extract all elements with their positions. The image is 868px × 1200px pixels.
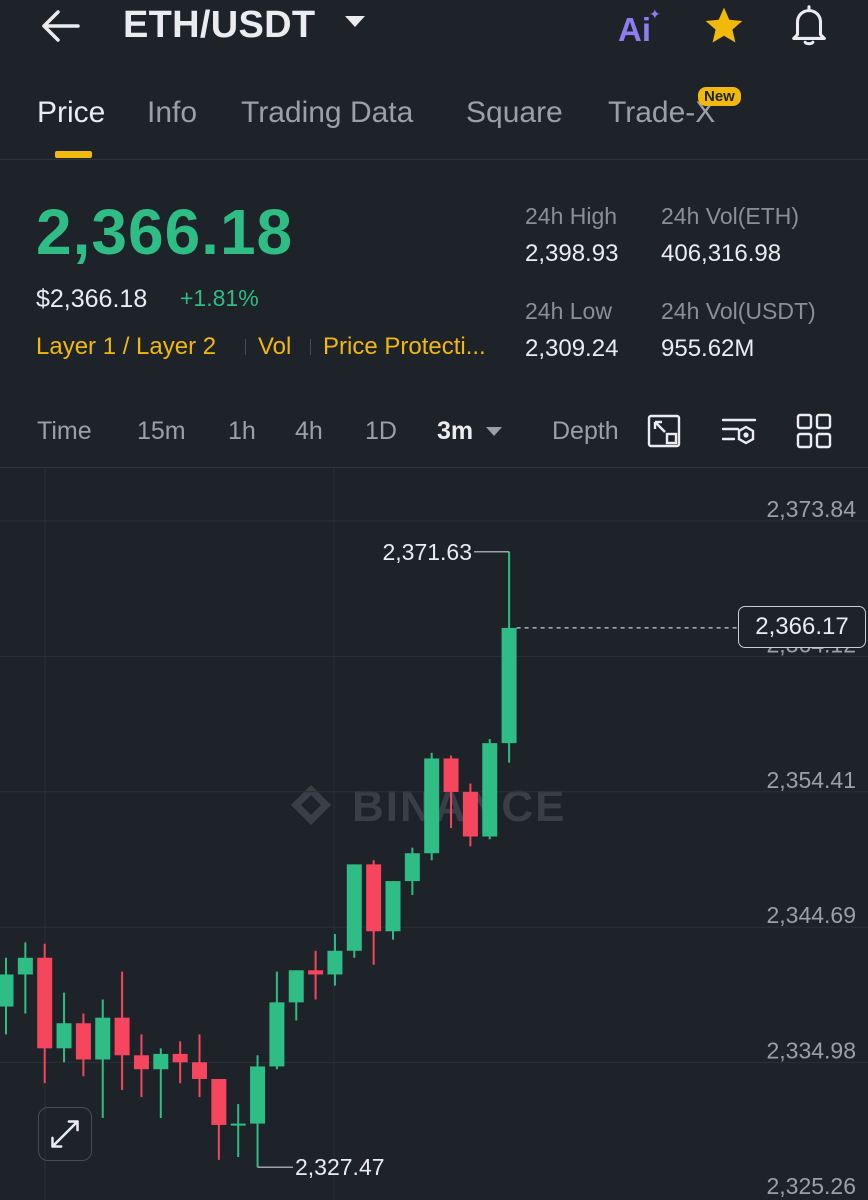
- tag-layer[interactable]: Layer 1 / Layer 2: [36, 333, 216, 361]
- candle-body: [75, 1023, 91, 1060]
- candle-body: [269, 1002, 285, 1067]
- candle-body: [95, 1017, 111, 1060]
- y-axis-tick-label: 2,354.41: [766, 767, 856, 793]
- max-price-label: 2,371.63: [382, 539, 472, 565]
- candle-body: [327, 950, 343, 975]
- interval-1h[interactable]: 1h: [228, 417, 256, 446]
- candle-body: [346, 864, 362, 951]
- sparkle-icon: ✦: [649, 6, 661, 22]
- candle-body: [133, 1055, 149, 1070]
- indicator-settings-icon[interactable]: [720, 412, 758, 450]
- back-arrow-icon[interactable]: [38, 8, 82, 44]
- chevron-down-icon[interactable]: [486, 427, 502, 436]
- candle-body: [17, 957, 33, 975]
- vol-usdt-value: 955.62M: [661, 335, 755, 362]
- new-badge: New: [698, 87, 741, 106]
- tag-vol[interactable]: Vol: [258, 333, 291, 361]
- last-price: 2,366.18: [36, 196, 294, 268]
- candle-body: [172, 1053, 188, 1063]
- tab-price[interactable]: Price: [37, 96, 105, 130]
- tab-info[interactable]: Info: [147, 96, 197, 130]
- candle-body: [462, 791, 478, 837]
- min-price-label: 2,327.47: [295, 1154, 385, 1180]
- candle-body: [230, 1123, 246, 1126]
- chart-settings-icon[interactable]: [645, 412, 683, 450]
- interval-depth[interactable]: Depth: [552, 417, 619, 446]
- y-axis-tick-label: 2,334.98: [766, 1038, 856, 1064]
- current-price-label: 2,366.17: [738, 606, 866, 648]
- pair-title[interactable]: ETH/USDT: [123, 4, 315, 47]
- high-value: 2,398.93: [525, 240, 619, 267]
- candle-body: [308, 970, 324, 975]
- divider: [310, 339, 311, 355]
- candle-body: [288, 970, 304, 1003]
- bell-icon[interactable]: [786, 2, 832, 48]
- interval-1d[interactable]: 1D: [365, 417, 397, 446]
- candle-body: [114, 1017, 130, 1056]
- candle-body: [153, 1053, 169, 1070]
- vol-eth-value: 406,316.98: [661, 240, 782, 267]
- ai-icon[interactable]: Ai: [618, 11, 651, 49]
- fullscreen-icon[interactable]: [38, 1107, 92, 1161]
- candle-body: [366, 864, 382, 932]
- tag-price-protection[interactable]: Price Protecti...: [323, 333, 486, 361]
- interval-3m[interactable]: 3m: [437, 417, 473, 446]
- y-axis-tick-label: 2,344.69: [766, 902, 856, 928]
- vol-usdt-label: 24h Vol(USDT): [661, 298, 816, 324]
- chevron-down-icon[interactable]: [345, 16, 365, 27]
- high-label: 24h High: [525, 203, 618, 229]
- candle-body: [443, 758, 459, 792]
- interval-time[interactable]: Time: [37, 417, 92, 446]
- candle-body: [501, 627, 517, 744]
- interval-15m[interactable]: 15m: [137, 417, 186, 446]
- candle-body: [211, 1078, 227, 1125]
- candle-body: [56, 1023, 72, 1049]
- tab-square[interactable]: Square: [466, 96, 563, 130]
- y-axis-tick-label: 2,325.26: [766, 1173, 856, 1199]
- candle-body: [250, 1066, 266, 1124]
- tab-trading-data[interactable]: Trading Data: [241, 96, 413, 130]
- candle-body: [482, 743, 498, 837]
- candle-body: [192, 1062, 207, 1079]
- candle-body: [424, 758, 440, 854]
- candle-body: [0, 974, 14, 1007]
- active-tab-indicator: [55, 151, 92, 158]
- divider: [0, 159, 868, 160]
- star-icon[interactable]: [702, 4, 746, 48]
- price-change-percent: +1.81%: [180, 285, 259, 311]
- divider: [245, 339, 246, 355]
- candlestick-chart[interactable]: 2,373.842,364.122,354.412,344.692,334.98…: [0, 468, 868, 1200]
- candle-body: [385, 881, 401, 932]
- layout-grid-icon[interactable]: [795, 412, 833, 450]
- usd-price: $2,366.18: [36, 285, 148, 313]
- low-label: 24h Low: [525, 298, 612, 324]
- candle-body: [404, 853, 420, 882]
- low-value: 2,309.24: [525, 335, 619, 362]
- vol-eth-label: 24h Vol(ETH): [661, 203, 800, 229]
- y-axis-tick-label: 2,373.84: [766, 496, 856, 522]
- candle-body: [37, 957, 53, 1049]
- interval-4h[interactable]: 4h: [295, 417, 323, 446]
